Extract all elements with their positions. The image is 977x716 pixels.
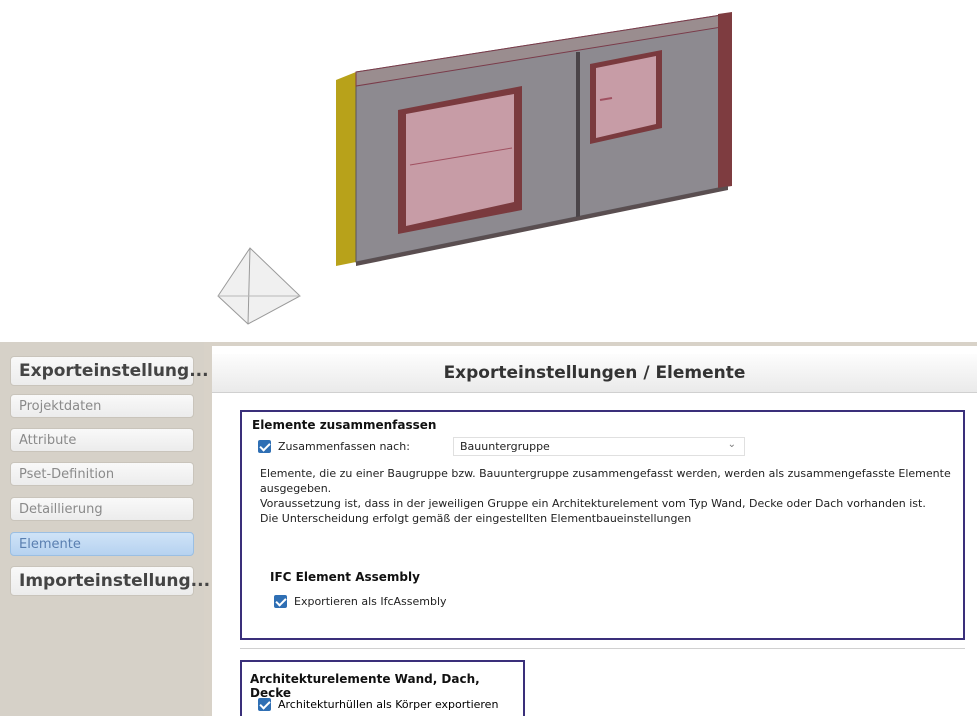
wall-edge-insulation xyxy=(336,72,356,266)
checkbox-label: Exportieren als IfcAssembly xyxy=(294,595,447,608)
subgroup-title: IFC Element Assembly xyxy=(270,570,420,584)
group-elemente-zusammenfassen: Elemente zusammenfassen Zusammenfassen n… xyxy=(240,410,965,640)
sidebar-item-label: Pset-Definition xyxy=(19,466,115,482)
group-title: Architekturelemente Wand, Dach, Decke xyxy=(250,672,480,700)
chevron-down-icon: ⌄ xyxy=(727,439,736,450)
zusammenfassen-checkbox-row[interactable]: Zusammenfassen nach: xyxy=(258,440,410,453)
sidebar-item-pset-definition[interactable]: Pset-Definition xyxy=(10,462,194,486)
architekturhuellen-checkbox-row[interactable]: Architekturhüllen als Körper exportieren xyxy=(258,698,498,711)
sidebar-item-label: Importeinstellung... xyxy=(19,571,211,591)
sidebar-item-attribute[interactable]: Attribute xyxy=(10,428,194,452)
sidebar-item-detaillierung[interactable]: Detaillierung xyxy=(10,497,194,521)
sidebar-item-elemente[interactable]: Elemente xyxy=(10,532,194,556)
pyramid-view-icon[interactable] xyxy=(217,247,301,325)
3d-viewport[interactable] xyxy=(0,0,977,342)
checkbox-label: Zusammenfassen nach: xyxy=(278,440,410,453)
description-text: Elemente, die zu einer Baugruppe bzw. Ba… xyxy=(260,466,960,526)
description-line: Voraussetzung ist, dass in der jeweilige… xyxy=(260,497,926,510)
window-pane-2 xyxy=(596,56,656,138)
sidebar-item-exporteinstellungen[interactable]: Exporteinstellung... xyxy=(10,356,209,386)
sidebar: Exporteinstellung... Projektdaten Attrib… xyxy=(0,342,210,716)
ifc-settings-panel: Exporteinstellung... Projektdaten Attrib… xyxy=(0,342,977,716)
ifcassembly-checkbox[interactable] xyxy=(274,595,287,608)
sidebar-item-label: Exporteinstellung... xyxy=(19,361,209,381)
wall-model-render xyxy=(217,12,732,325)
sidebar-item-label: Detaillierung xyxy=(19,501,103,517)
description-line: Die Unterscheidung erfolgt gemäß der ein… xyxy=(260,512,692,525)
wall-right-edge xyxy=(718,12,732,188)
checkbox-label: Architekturhüllen als Körper exportieren xyxy=(278,698,499,711)
group-title: Elemente zusammenfassen xyxy=(252,418,437,432)
page-title: Exporteinstellungen / Elemente xyxy=(212,354,977,393)
architekturhuellen-checkbox[interactable] xyxy=(258,698,271,711)
zusammenfassen-select[interactable]: Bauuntergruppe ⌄ xyxy=(453,437,745,456)
zusammenfassen-checkbox[interactable] xyxy=(258,440,271,453)
divider xyxy=(240,648,965,649)
sidebar-item-label: Elemente xyxy=(19,536,81,552)
group-architekturelemente: Architekturelemente Wand, Dach, Decke Ar… xyxy=(240,660,525,716)
ifcassembly-checkbox-row[interactable]: Exportieren als IfcAssembly xyxy=(274,595,447,608)
sidebar-item-label: Projektdaten xyxy=(19,398,102,414)
sidebar-item-importeinstellungen[interactable]: Importeinstellung... xyxy=(10,566,210,596)
sidebar-item-label: Attribute xyxy=(19,432,77,448)
description-line: Elemente, die zu einer Baugruppe bzw. Ba… xyxy=(260,467,951,495)
sidebar-item-projektdaten[interactable]: Projektdaten xyxy=(10,394,194,418)
main-content: Exporteinstellungen / Elemente Elemente … xyxy=(212,346,977,716)
select-value: Bauuntergruppe xyxy=(460,440,550,453)
